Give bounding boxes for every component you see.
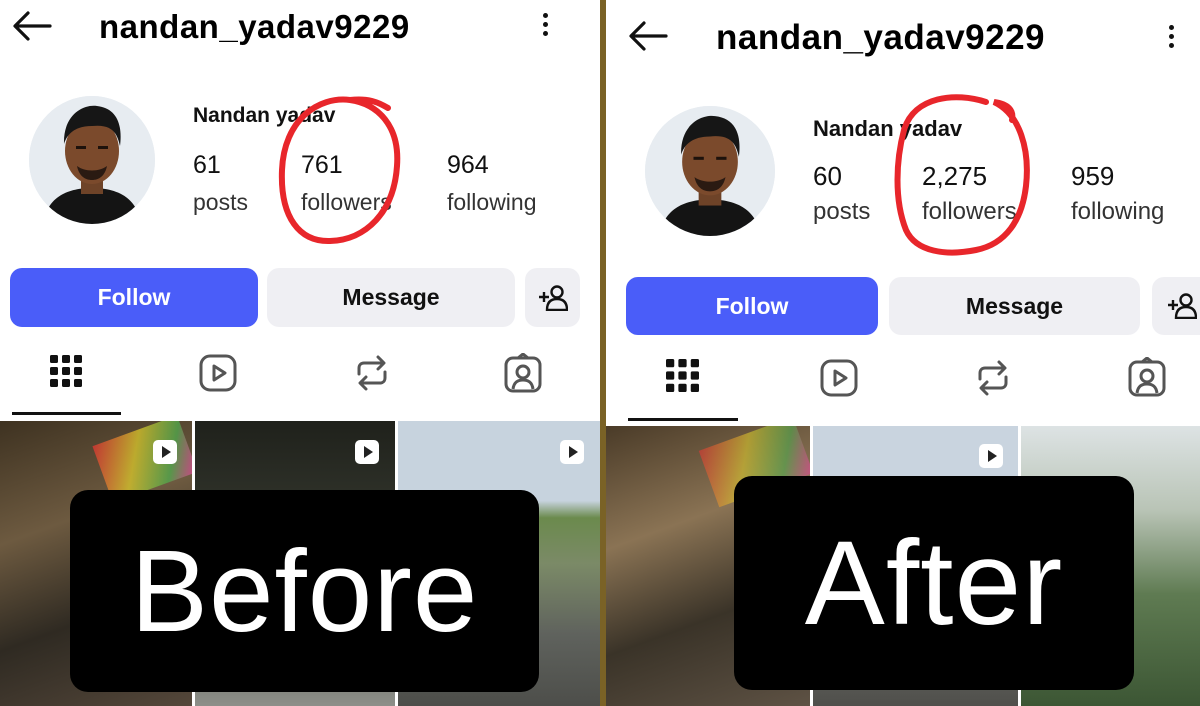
reels-icon[interactable] — [820, 359, 858, 397]
back-arrow-icon[interactable] — [626, 18, 670, 54]
following-count[interactable]: 964 — [447, 151, 489, 180]
avatar[interactable] — [29, 96, 155, 224]
top-bar: nandan_yadav9229 — [0, 0, 600, 56]
comparison-image: nandan_yadav9229 Nandan yadav 61 posts 7… — [0, 0, 1200, 706]
top-bar: nandan_yadav9229 — [606, 0, 1200, 57]
grid-icon[interactable] — [50, 355, 82, 387]
following-label[interactable]: following — [447, 189, 537, 216]
profile-username: nandan_yadav9229 — [716, 18, 1046, 57]
add-person-button[interactable] — [525, 268, 580, 327]
before-caption: Before — [70, 490, 539, 692]
reel-play-icon — [355, 440, 379, 464]
avatar-photo — [29, 96, 155, 224]
grid-tab-indicator — [12, 412, 121, 415]
tagged-icon[interactable] — [503, 353, 543, 393]
followers-count[interactable]: 2,275 — [922, 161, 987, 192]
profile-username: nandan_yadav9229 — [99, 8, 410, 45]
reel-play-icon — [979, 444, 1003, 468]
after-panel: nandan_yadav9229 Nandan yadav 60 posts 2… — [606, 0, 1200, 706]
following-label[interactable]: following — [1071, 198, 1164, 226]
tagged-icon[interactable] — [1127, 357, 1167, 397]
reel-play-icon — [560, 440, 584, 464]
more-options-icon[interactable] — [1163, 22, 1179, 56]
posts-count: 60 — [813, 161, 842, 191]
follow-button[interactable]: Follow — [10, 268, 258, 327]
message-button[interactable]: Message — [889, 277, 1140, 335]
reposts-icon[interactable] — [354, 354, 390, 392]
add-person-icon — [538, 284, 568, 311]
more-options-icon[interactable] — [537, 10, 553, 44]
followers-label[interactable]: followers — [922, 198, 1017, 226]
reposts-icon[interactable] — [975, 359, 1011, 397]
grid-icon[interactable] — [666, 359, 699, 392]
grid-tab-indicator — [628, 418, 738, 421]
add-person-button[interactable] — [1152, 277, 1200, 335]
posts-label: posts — [813, 198, 871, 225]
followers-count[interactable]: 761 — [301, 151, 343, 180]
add-person-icon — [1168, 293, 1197, 319]
reels-icon[interactable] — [199, 354, 237, 392]
posts-count: 61 — [193, 151, 221, 179]
reel-play-icon — [153, 440, 177, 464]
back-arrow-icon[interactable] — [10, 8, 54, 44]
avatar[interactable] — [645, 106, 775, 236]
message-button[interactable]: Message — [267, 268, 515, 327]
after-caption: After — [734, 476, 1134, 690]
profile-full-name: Nandan yadav — [193, 104, 336, 127]
avatar-photo — [645, 106, 775, 236]
before-panel: nandan_yadav9229 Nandan yadav 61 posts 7… — [0, 0, 600, 706]
followers-label[interactable]: followers — [301, 189, 392, 216]
follow-button[interactable]: Follow — [626, 277, 878, 335]
following-count[interactable]: 959 — [1071, 161, 1114, 192]
posts-label: posts — [193, 189, 248, 215]
profile-full-name: Nandan yadav — [813, 116, 963, 141]
